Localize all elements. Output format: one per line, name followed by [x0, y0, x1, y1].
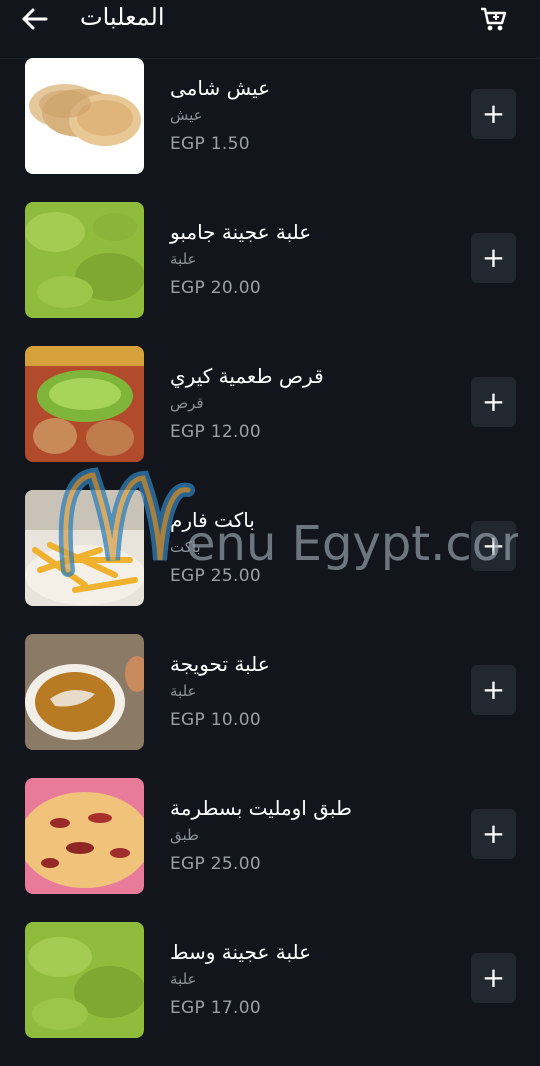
add-to-cart-button[interactable]: +	[471, 377, 516, 427]
product-unit: باكت	[170, 538, 201, 556]
product-name: قرص طعمية كيري	[170, 364, 324, 388]
cart-icon	[481, 7, 507, 31]
product-name: علبة عجينة جامبو	[170, 220, 312, 244]
list-item[interactable]: قرص طعمية كيري قرص EGP 12.00 +	[0, 346, 540, 490]
product-price: EGP 10.00	[170, 710, 261, 730]
product-unit: علبة	[170, 682, 197, 700]
product-price: EGP 25.00	[170, 566, 261, 586]
product-name: عيش شامى	[170, 76, 271, 100]
add-to-cart-button[interactable]: +	[471, 521, 516, 571]
product-unit: قرص	[170, 394, 204, 412]
add-to-cart-button[interactable]: +	[471, 665, 516, 715]
product-image	[25, 346, 144, 462]
plus-icon: +	[481, 241, 506, 274]
add-to-cart-button[interactable]: +	[471, 953, 516, 1003]
product-price: EGP 12.00	[170, 422, 261, 442]
product-unit: علبة	[170, 250, 197, 268]
plus-icon: +	[481, 97, 506, 130]
product-unit: عيش	[170, 106, 203, 124]
add-to-cart-button[interactable]: +	[471, 809, 516, 859]
list-item[interactable]: علبة عجينة جامبو علبة EGP 20.00 +	[0, 202, 540, 346]
product-image	[25, 202, 144, 318]
product-price: EGP 1.50	[170, 134, 250, 154]
cart-button[interactable]	[476, 4, 510, 34]
plus-icon: +	[481, 817, 506, 850]
list-item[interactable]: عيش شامى عيش EGP 1.50 +	[0, 58, 540, 202]
product-price: EGP 17.00	[170, 998, 261, 1018]
plus-icon: +	[481, 529, 506, 562]
product-image	[25, 490, 144, 606]
page-title: المعلبات	[80, 3, 165, 31]
product-name: علبة عجينة وسط	[170, 940, 312, 964]
arrow-left-icon	[22, 8, 48, 30]
plus-icon: +	[481, 961, 506, 994]
list-item[interactable]: باكت فارم باكت EGP 25.00 +	[0, 490, 540, 634]
product-image	[25, 778, 144, 894]
product-name: باكت فارم	[170, 508, 255, 532]
list-item[interactable]: علبة تحويجة علبة EGP 10.00 +	[0, 634, 540, 778]
product-price: EGP 20.00	[170, 278, 261, 298]
product-image	[25, 922, 144, 1038]
product-image	[25, 58, 144, 174]
list-item[interactable]: علبة عجينة وسط علبة EGP 17.00 +	[0, 922, 540, 1066]
add-to-cart-button[interactable]: +	[471, 89, 516, 139]
add-to-cart-button[interactable]: +	[471, 233, 516, 283]
plus-icon: +	[481, 673, 506, 706]
product-unit: طبق	[170, 826, 199, 844]
product-name: طبق اومليت بسطرمة	[170, 796, 352, 820]
plus-icon: +	[481, 385, 506, 418]
top-bar: المعلبات	[0, 0, 540, 59]
list-item[interactable]: طبق اومليت بسطرمة طبق EGP 25.00 +	[0, 778, 540, 922]
product-price: EGP 25.00	[170, 854, 261, 874]
product-unit: علبة	[170, 970, 197, 988]
product-name: علبة تحويجة	[170, 652, 270, 676]
back-button[interactable]	[18, 4, 54, 34]
product-image	[25, 634, 144, 750]
